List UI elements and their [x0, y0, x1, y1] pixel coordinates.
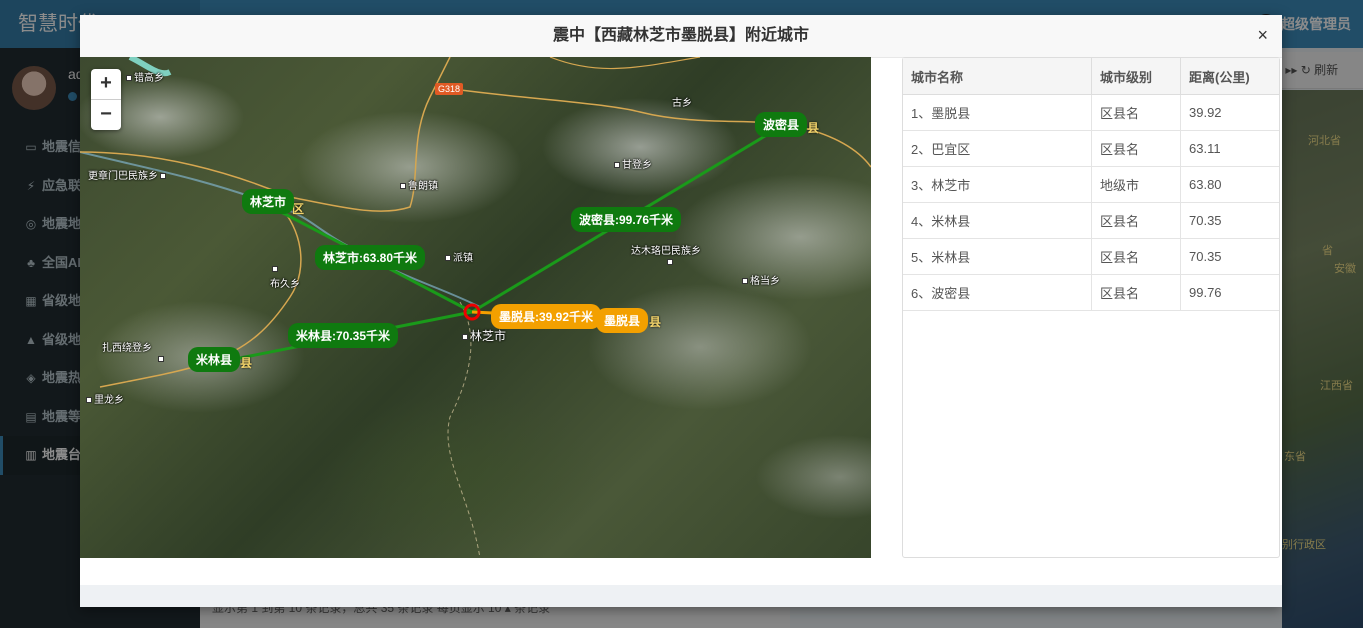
cell-distance: 63.11: [1180, 130, 1279, 167]
close-icon[interactable]: ×: [1257, 25, 1268, 45]
distance-label-motuo: 墨脱县:39.92千米: [491, 304, 602, 329]
cell-level: 区县名: [1091, 274, 1181, 311]
admin-label: 县: [240, 356, 253, 370]
cell-distance: 70.35: [1180, 238, 1279, 275]
poi: 格当乡: [740, 272, 780, 287]
nearby-cities-modal: 震中【西藏林芝市墨脱县】附近城市 × + − G318 错高乡 更章门巴民族乡: [80, 15, 1282, 607]
cell-city: 3、林芝市: [903, 166, 1092, 203]
distance-label-bomi: 波密县:99.76千米: [571, 207, 682, 232]
cell-level: 区县名: [1091, 94, 1181, 131]
cell-level: 区县名: [1091, 130, 1181, 167]
column-header-distance[interactable]: 距离(公里): [1180, 58, 1279, 95]
cities-table: 城市名称 城市级别 距离(公里) 1、墨脱县 区县名 39.92 2、巴宜区 区县名 6…: [903, 58, 1279, 311]
table-row[interactable]: 3、林芝市 地级市 63.80: [903, 166, 1279, 203]
map-overlay-svg: [80, 57, 871, 558]
admin-label: 县: [807, 121, 820, 135]
poi: 更章门巴民族乡: [88, 167, 168, 182]
city-label-linzhi[interactable]: 林芝市: [242, 189, 295, 214]
table-row[interactable]: 1、墨脱县 区县名 39.92: [903, 94, 1279, 131]
cell-level: 地级市: [1091, 166, 1181, 203]
cell-level: 区县名: [1091, 202, 1181, 239]
cell-city: 4、米林县: [903, 202, 1092, 239]
cell-distance: 39.92: [1180, 94, 1279, 131]
city-label-milin[interactable]: 米林县: [188, 347, 241, 372]
admin-label: 县: [649, 315, 662, 329]
cell-city: 1、墨脱县: [903, 94, 1092, 131]
modal-footer: [80, 585, 1282, 607]
poi: 派镇: [443, 249, 473, 264]
table-row[interactable]: 4、米林县 区县名 70.35: [903, 202, 1279, 239]
table-row[interactable]: 6、波密县 区县名 99.76: [903, 274, 1279, 311]
poi: 里龙乡: [84, 391, 124, 406]
cell-distance: 70.35: [1180, 202, 1279, 239]
cell-city: 6、波密县: [903, 274, 1092, 311]
poi: 布久乡: [270, 264, 300, 290]
cell-city: 5、米林县: [903, 238, 1092, 275]
cell-distance: 63.80: [1180, 166, 1279, 203]
city-label-bomi[interactable]: 波密县: [755, 112, 808, 137]
poi: 古乡: [672, 98, 692, 109]
modal-header: 震中【西藏林芝市墨脱县】附近城市 ×: [80, 15, 1282, 58]
nearby-cities-table: 城市名称 城市级别 距离(公里) 1、墨脱县 区县名 39.92 2、巴宜区 区县名 6…: [902, 57, 1280, 558]
poi: 错高乡: [124, 69, 164, 84]
poi: 林芝市: [460, 327, 506, 344]
cell-city: 2、巴宜区: [903, 130, 1092, 167]
table-row[interactable]: 2、巴宜区 区县名 63.11: [903, 130, 1279, 167]
poi: 达木珞巴民族乡: [631, 242, 701, 268]
zoom-control: + −: [91, 69, 121, 130]
distance-label-milin: 米林县:70.35千米: [288, 323, 399, 348]
poi: 甘登乡: [612, 156, 652, 171]
poi: 鲁朗镇: [398, 177, 438, 192]
poi: 扎西绕登乡: [102, 339, 166, 365]
zoom-out-button[interactable]: −: [91, 99, 121, 130]
satellite-map[interactable]: + − G318 错高乡 更章门巴民族乡 鲁朗镇 古乡 甘登乡 派镇 布久乡 达…: [80, 57, 871, 558]
road-badge: G318: [435, 83, 464, 95]
distance-label-linzhi: 林芝市:63.80千米: [315, 245, 426, 270]
table-row[interactable]: 5、米林县 区县名 70.35: [903, 238, 1279, 275]
column-header-level[interactable]: 城市级别: [1091, 58, 1181, 95]
modal-title: 震中【西藏林芝市墨脱县】附近城市: [552, 27, 809, 44]
cell-distance: 99.76: [1180, 274, 1279, 311]
column-header-city[interactable]: 城市名称: [903, 58, 1092, 95]
table-header-row: 城市名称 城市级别 距离(公里): [903, 58, 1279, 95]
cell-level: 区县名: [1091, 238, 1181, 275]
zoom-in-button[interactable]: +: [91, 69, 121, 99]
road-line: [549, 57, 701, 70]
city-label-motuo[interactable]: 墨脱县: [596, 308, 649, 333]
